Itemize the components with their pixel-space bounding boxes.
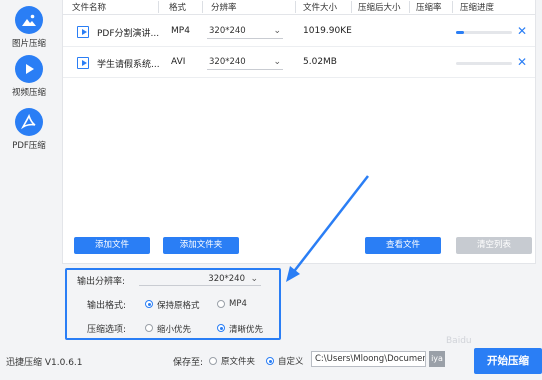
file-format: MP4: [171, 26, 190, 36]
save-option-label: 原文件夹: [221, 357, 256, 367]
column-divider: [202, 1, 203, 13]
remove-file-icon[interactable]: ✕: [517, 55, 527, 69]
file-format: AVI: [171, 57, 186, 67]
version-label: 迅捷压缩 V1.0.6.1: [6, 358, 83, 368]
save-custom-radio[interactable]: [266, 357, 274, 365]
play-icon: [15, 55, 43, 83]
pdf-icon: [15, 108, 43, 136]
column-divider: [295, 1, 296, 13]
compress-option-label: 清晰优先: [229, 325, 264, 335]
resolution-select[interactable]: 320*240 ⌄: [207, 55, 283, 70]
file-list-panel: 文件名称 格式 分辨率 文件大小 压缩后大小 压缩率 压缩进度 PDF分割演讲.…: [62, 0, 536, 264]
column-header-compressed-size: 压缩后大小: [358, 3, 401, 13]
format-label: 输出格式:: [87, 301, 127, 311]
output-resolution-select[interactable]: 320*240 ⌄: [139, 273, 261, 286]
sidebar-item-label: PDF压缩: [12, 141, 46, 151]
column-divider: [351, 1, 352, 13]
file-size: 5.02MB: [303, 57, 337, 67]
column-divider: [158, 1, 159, 13]
sidebar-item-label: 视频压缩: [11, 88, 46, 98]
add-file-button[interactable]: 添加文件: [74, 237, 150, 254]
column-header-rate: 压缩率: [416, 3, 442, 13]
compress-clearer-radio[interactable]: [217, 324, 225, 332]
table-header: 文件名称 格式 分辨率 文件大小 压缩后大小 压缩率 压缩进度: [63, 0, 535, 15]
output-settings-panel: 输出分辨率: 320*240 ⌄ 输出格式: 保持原格式 MP4 压缩选项: 缩…: [65, 268, 281, 340]
watermark: Baidu: [446, 336, 472, 346]
save-path-input[interactable]: C:\Users\Mloong\Documents: [311, 351, 426, 367]
sidebar-item-label: 图片压缩: [11, 39, 46, 49]
column-header-format: 格式: [169, 3, 187, 13]
chevron-down-icon: ⌄: [273, 57, 281, 67]
start-compress-button[interactable]: 开始压缩: [474, 348, 542, 374]
bottom-bar: 迅捷压缩 V1.0.6.1 保存至: 原文件夹 自定义 C:\Users\Mlo…: [0, 346, 542, 380]
progress-fill: [456, 31, 465, 34]
view-file-button[interactable]: 查看文件: [365, 237, 441, 254]
image-icon: [15, 6, 43, 34]
browse-folder-button[interactable]: iya: [429, 351, 445, 367]
column-header-size: 文件大小: [303, 3, 338, 13]
progress-bar: [456, 31, 512, 34]
resolution-select[interactable]: 320*240 ⌄: [207, 24, 283, 39]
column-header-resolution: 分辨率: [211, 3, 237, 13]
compress-label: 压缩选项:: [87, 325, 127, 335]
file-name: 学生请假系统...: [97, 60, 160, 70]
format-mp4-radio[interactable]: [217, 300, 225, 308]
compress-smaller-radio[interactable]: [145, 324, 153, 332]
table-row[interactable]: 学生请假系统... AVI 320*240 ⌄ 5.02MB ✕: [63, 48, 535, 78]
add-folder-button[interactable]: 添加文件夹: [163, 237, 239, 254]
sidebar: 图片压缩 视频压缩 PDF压缩: [0, 0, 58, 346]
video-file-icon: [77, 26, 89, 38]
video-file-icon: [77, 57, 89, 69]
sidebar-item-video-compress[interactable]: 视频压缩: [0, 55, 58, 98]
file-name: PDF分割演讲...: [97, 29, 160, 39]
save-to-label: 保存至:: [173, 358, 204, 368]
sidebar-item-image-compress[interactable]: 图片压缩: [0, 6, 58, 49]
format-option-label: 保持原格式: [157, 301, 200, 311]
progress-bar: [456, 62, 512, 65]
compress-option-label: 缩小优先: [157, 325, 192, 335]
chevron-down-icon: ⌄: [250, 274, 258, 284]
column-divider: [409, 1, 410, 13]
column-header-progress: 压缩进度: [460, 3, 495, 13]
sidebar-item-pdf-compress[interactable]: PDF压缩: [0, 108, 58, 151]
format-keep-original-radio[interactable]: [145, 300, 153, 308]
save-option-label: 自定义: [278, 357, 304, 367]
column-divider: [452, 1, 453, 13]
format-option-label: MP4: [229, 299, 247, 309]
save-original-folder-radio[interactable]: [209, 357, 217, 365]
clear-list-button[interactable]: 清空列表: [456, 237, 532, 254]
column-header-name: 文件名称: [72, 3, 107, 13]
file-size: 1019.90KE: [303, 26, 352, 36]
table-row[interactable]: PDF分割演讲... MP4 320*240 ⌄ 1019.90KE ✕: [63, 17, 535, 47]
remove-file-icon[interactable]: ✕: [517, 24, 527, 38]
chevron-down-icon: ⌄: [273, 26, 281, 36]
resolution-label: 输出分辨率:: [77, 277, 126, 287]
